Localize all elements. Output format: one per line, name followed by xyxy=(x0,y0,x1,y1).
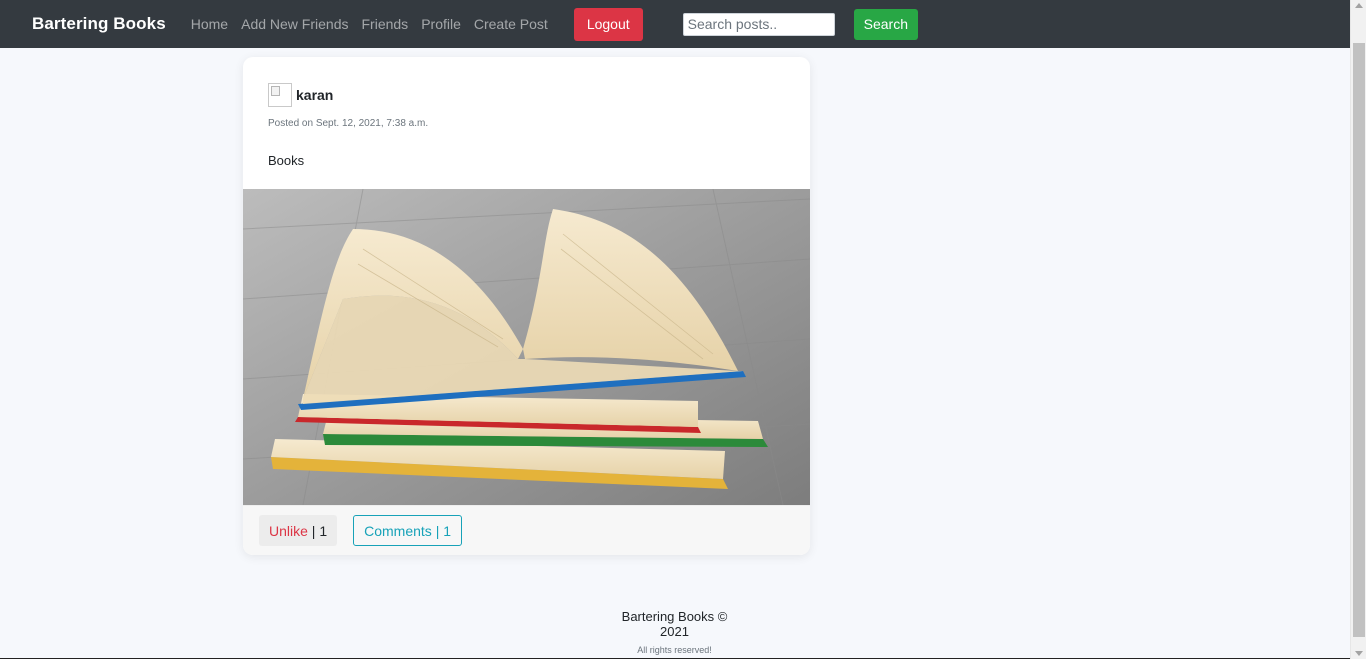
author-row: karan xyxy=(268,83,785,107)
search-input[interactable] xyxy=(682,12,835,36)
nav-create-post-link[interactable]: Create Post xyxy=(474,16,548,32)
nav-add-new-friends-link[interactable]: Add New Friends xyxy=(241,16,348,32)
nav-home-link[interactable]: Home xyxy=(191,16,228,32)
vertical-scrollbar[interactable] xyxy=(1350,0,1366,659)
logout-button[interactable]: Logout xyxy=(573,7,643,41)
top-navbar: Bartering Books Home Add New Friends Fri… xyxy=(0,0,1350,48)
like-separator: | xyxy=(307,522,320,539)
unlike-label: Unlike xyxy=(269,522,308,539)
nav-profile-link[interactable]: Profile xyxy=(421,16,461,32)
post-image xyxy=(243,189,810,505)
nav-friends-link[interactable]: Friends xyxy=(362,16,409,32)
books-image xyxy=(243,189,810,505)
like-count: 1 xyxy=(319,522,328,539)
post-timestamp: Posted on Sept. 12, 2021, 7:38 a.m. xyxy=(268,118,429,129)
post-card: karan Posted on Sept. 12, 2021, 7:38 a.m… xyxy=(243,57,810,555)
scroll-up-arrow-icon[interactable] xyxy=(1355,3,1363,8)
comments-button[interactable]: Comments | 1 xyxy=(353,515,463,546)
brand-logo[interactable]: Bartering Books xyxy=(32,14,166,34)
scroll-down-arrow-icon[interactable] xyxy=(1355,651,1363,656)
post-header: karan Posted on Sept. 12, 2021, 7:38 a.m… xyxy=(243,57,810,168)
unlike-button[interactable]: Unlike | 1 xyxy=(259,515,338,546)
avatar[interactable] xyxy=(268,83,292,107)
footer-copyright: Bartering Books © 2021 xyxy=(621,609,728,639)
post-actions: Unlike | 1 Comments | 1 xyxy=(243,505,810,555)
search-button[interactable]: Search xyxy=(853,8,918,40)
footer-rights: All rights reserved! xyxy=(637,645,712,655)
nav-links: Home Add New Friends Friends Profile Cre… xyxy=(191,16,561,32)
post-text: Books xyxy=(268,153,305,168)
page-footer: Bartering Books © 2021 All rights reserv… xyxy=(607,609,742,655)
scroll-thumb[interactable] xyxy=(1353,43,1365,637)
post-author[interactable]: karan xyxy=(296,87,333,103)
